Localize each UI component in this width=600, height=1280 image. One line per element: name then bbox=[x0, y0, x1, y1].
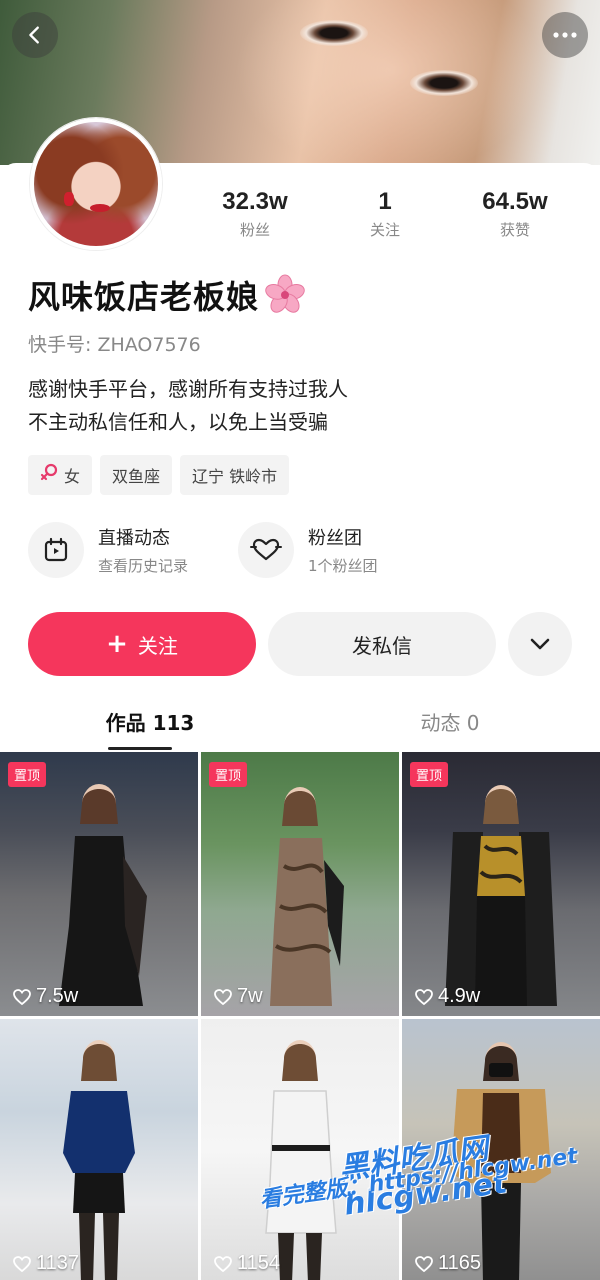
post-thumbnail-image bbox=[445, 785, 557, 1006]
heart-icon bbox=[214, 988, 232, 1005]
post-likes-count: 7.5w bbox=[36, 985, 79, 1007]
stat-likes-value: 64.5w bbox=[482, 188, 548, 215]
tag-location: 辽宁 铁岭市 bbox=[180, 455, 290, 495]
post-likes-count: 7w bbox=[237, 985, 263, 1007]
tab-works[interactable]: 作品 113 bbox=[0, 700, 300, 752]
follow-button[interactable]: + 关注 bbox=[28, 612, 256, 676]
fan-group-sub: 1个粉丝团 bbox=[308, 557, 378, 575]
user-id[interactable]: 快手号: ZHAO7576 bbox=[28, 330, 201, 357]
post-tile-4[interactable]: 1137 bbox=[0, 1019, 198, 1280]
female-icon bbox=[40, 463, 58, 488]
tab-moments-label: 动态 0 bbox=[420, 711, 480, 735]
banner-eye-right bbox=[410, 70, 478, 96]
tab-active-indicator bbox=[108, 747, 172, 750]
pinned-badge: 置顶 bbox=[209, 762, 248, 787]
stat-following-value: 1 bbox=[378, 188, 392, 215]
avatar-lips bbox=[90, 204, 110, 212]
cherry-blossom-icon bbox=[263, 273, 307, 317]
live-history-title: 直播动态 bbox=[98, 528, 170, 549]
post-likes: 1154 bbox=[213, 1252, 280, 1275]
expand-button[interactable] bbox=[508, 612, 572, 676]
profile-name-row: 风味饭店老板娘 bbox=[28, 272, 307, 318]
post-thumbnail-image bbox=[270, 787, 344, 1006]
post-likes: 7w bbox=[213, 985, 263, 1008]
follow-button-label: 关注 bbox=[137, 633, 178, 658]
live-history-entry[interactable]: 直播动态 查看历史记录 bbox=[28, 522, 238, 578]
post-thumbnail-image bbox=[63, 1040, 135, 1280]
pinned-badge: 置顶 bbox=[8, 762, 47, 787]
avatar[interactable] bbox=[30, 118, 162, 250]
stat-likes-label: 获赞 bbox=[499, 221, 530, 239]
chevron-down-icon bbox=[530, 638, 550, 650]
banner-eye-left bbox=[300, 20, 368, 46]
tab-moments[interactable]: 动态 0 bbox=[300, 700, 600, 752]
tag-zodiac: 双鱼座 bbox=[100, 455, 173, 495]
bio-line-1: 感谢快手平台，感谢所有支持过我人 bbox=[28, 377, 348, 401]
bio-line-2: 不主动私信任和人，以免上当受骗 bbox=[28, 410, 328, 434]
profile-actions: + 关注 发私信 bbox=[28, 612, 572, 676]
fan-group-entry[interactable]: 粉丝团 1个粉丝团 bbox=[238, 522, 448, 578]
stat-following[interactable]: 1 关注 bbox=[320, 187, 450, 240]
message-button[interactable]: 发私信 bbox=[268, 612, 496, 676]
heart-badge-icon bbox=[238, 522, 294, 578]
post-likes-count: 1154 bbox=[237, 1252, 281, 1274]
stat-fans-label: 粉丝 bbox=[239, 221, 270, 239]
post-tile-3[interactable]: 置顶 4.9w bbox=[402, 752, 600, 1016]
post-tile-2[interactable]: 置顶 7w bbox=[201, 752, 399, 1016]
tag-gender-label: 女 bbox=[64, 467, 81, 486]
heart-icon bbox=[415, 1255, 433, 1272]
stat-fans[interactable]: 32.3w 粉丝 bbox=[190, 187, 320, 240]
tag-gender: 女 bbox=[28, 455, 93, 495]
post-likes: 7.5w bbox=[12, 985, 78, 1008]
post-likes: 1137 bbox=[12, 1252, 79, 1275]
more-horizontal-icon bbox=[553, 32, 577, 38]
stat-following-label: 关注 bbox=[369, 221, 400, 239]
profile-features: 直播动态 查看历史记录 粉丝团 1个粉丝团 bbox=[28, 522, 448, 578]
post-likes-count: 1165 bbox=[438, 1252, 482, 1274]
calendar-icon bbox=[28, 522, 84, 578]
profile-tags: 女 双鱼座 辽宁 铁岭市 bbox=[28, 455, 290, 495]
heart-icon bbox=[13, 988, 31, 1005]
pinned-badge: 置顶 bbox=[410, 762, 449, 787]
more-button[interactable] bbox=[542, 12, 588, 58]
tab-works-label: 作品 113 bbox=[105, 711, 195, 735]
heart-icon bbox=[415, 988, 433, 1005]
post-tile-1[interactable]: 置顶 7.5w bbox=[0, 752, 198, 1016]
stat-likes[interactable]: 64.5w 获赞 bbox=[450, 187, 580, 240]
profile-stats: 32.3w 粉丝 1 关注 64.5w 获赞 bbox=[190, 187, 590, 240]
heart-icon bbox=[13, 1255, 31, 1272]
plus-icon: + bbox=[106, 629, 128, 659]
post-thumbnail-image bbox=[59, 784, 147, 1006]
profile-bio: 感谢快手平台，感谢所有支持过我人 不主动私信任和人，以免上当受骗 bbox=[28, 373, 348, 439]
chevron-left-icon bbox=[29, 26, 39, 44]
heart-icon bbox=[214, 1255, 232, 1272]
post-likes: 1165 bbox=[414, 1252, 481, 1275]
avatar-earring bbox=[64, 192, 74, 206]
post-likes-count: 1137 bbox=[36, 1252, 80, 1274]
fan-group-title: 粉丝团 bbox=[308, 528, 362, 549]
post-likes: 4.9w bbox=[414, 985, 480, 1008]
stat-fans-value: 32.3w bbox=[222, 188, 288, 215]
profile-tabs: 作品 113 动态 0 bbox=[0, 700, 600, 752]
back-button[interactable] bbox=[12, 12, 58, 58]
post-likes-count: 4.9w bbox=[438, 985, 481, 1007]
profile-name: 风味饭店老板娘 bbox=[28, 278, 260, 316]
live-history-sub: 查看历史记录 bbox=[98, 557, 189, 575]
